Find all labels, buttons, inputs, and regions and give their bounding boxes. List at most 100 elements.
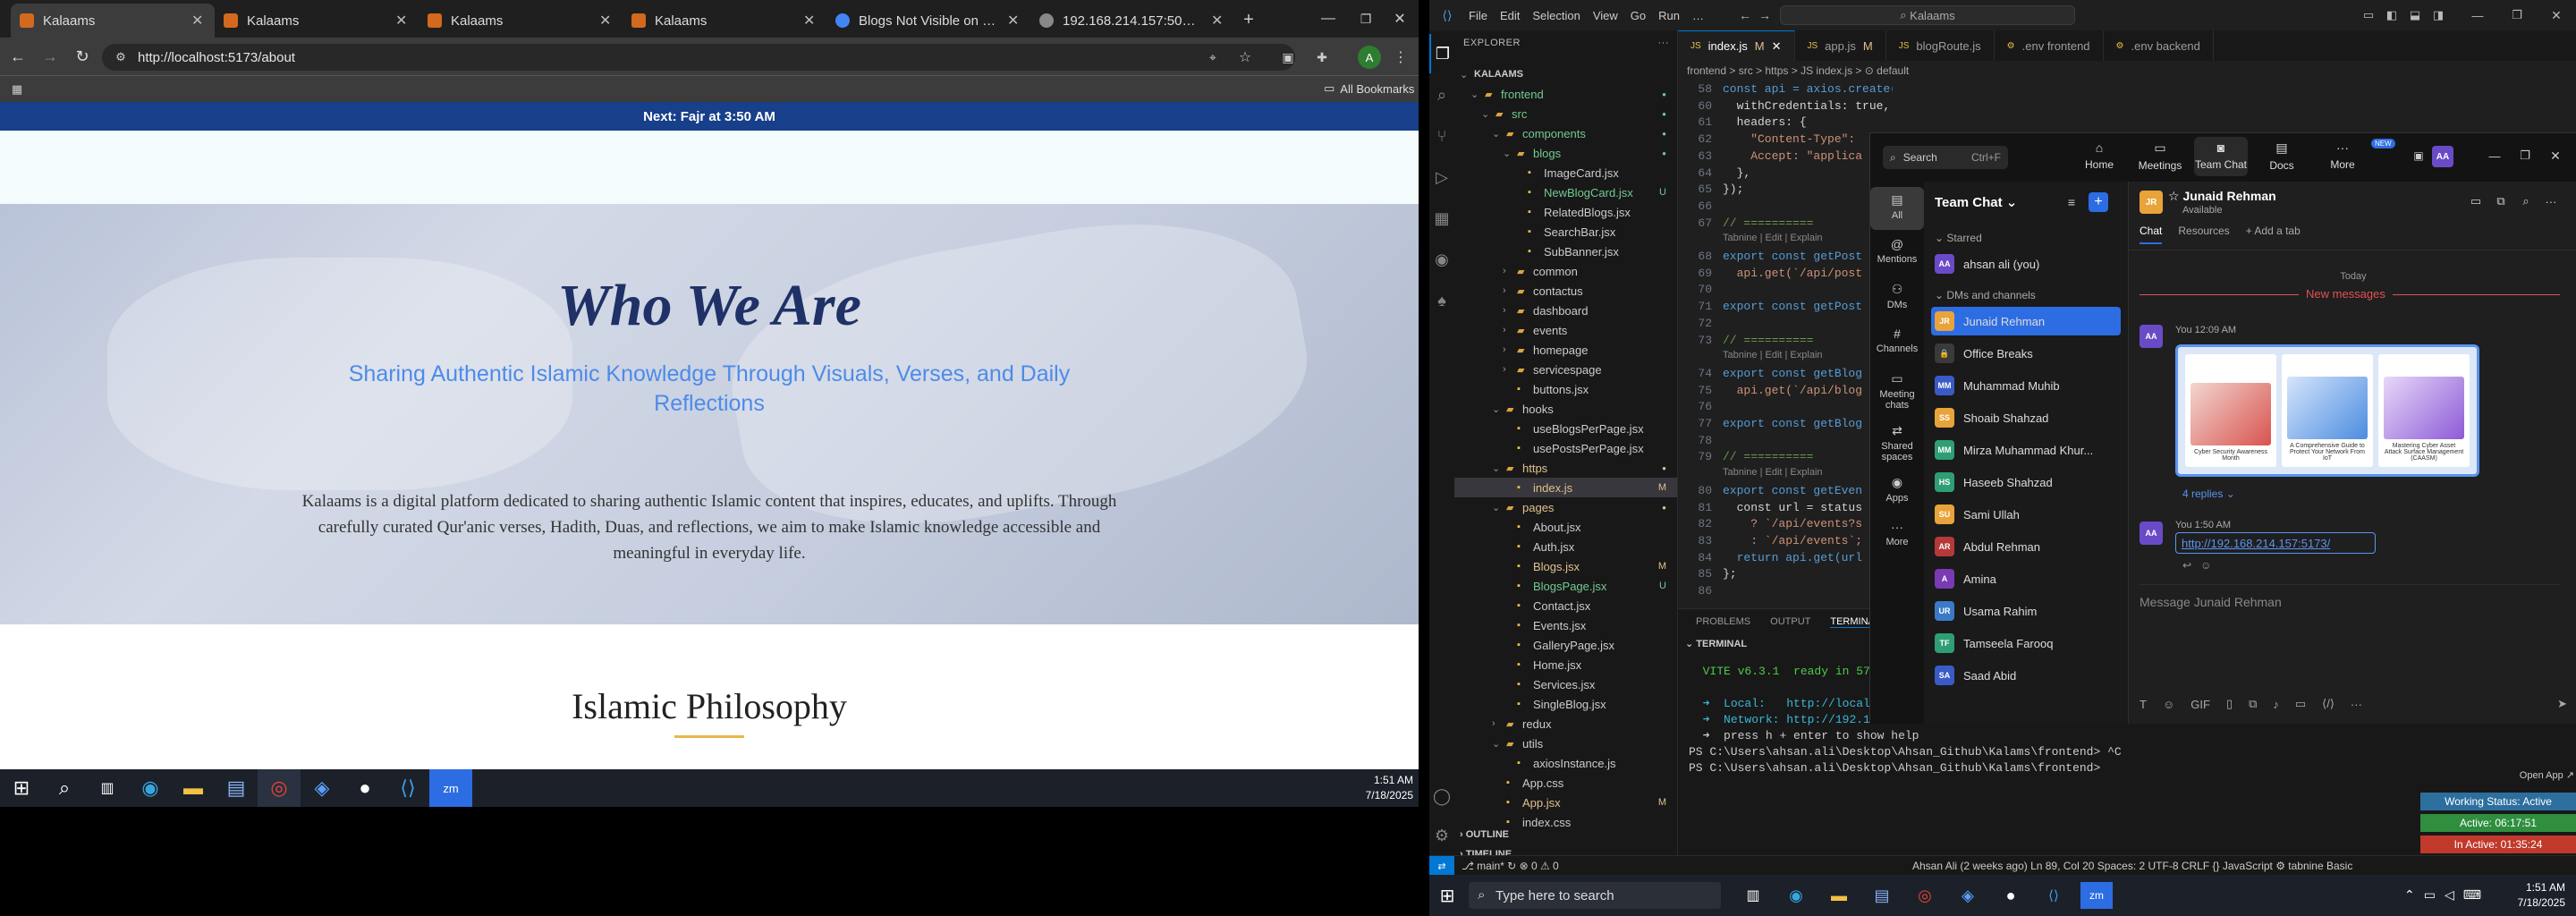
close-window-icon[interactable]: ✕	[1386, 5, 1413, 32]
tree-item[interactable]: ⌄ ▰ components ●	[1454, 123, 1677, 143]
editor-tab[interactable]: JS index.js M ✕	[1678, 30, 1795, 61]
self-chat-row[interactable]: AA ahsan ali (you)	[1931, 250, 2121, 278]
tree-item[interactable]: ▪ SubBanner.jsx	[1454, 242, 1677, 261]
status-right[interactable]: Ahsan Ali (2 weeks ago) Ln 89, Col 20 Sp…	[1912, 860, 2352, 872]
browser-tab[interactable]: Blogs Not Visible on Networ ✕	[826, 4, 1030, 38]
chevron-up-icon[interactable]: ⌃	[2404, 887, 2415, 903]
code-text[interactable]: Tabnine | Edit | Explain	[1723, 233, 1823, 250]
tree-item[interactable]: ⌄ ▰ https ●	[1454, 458, 1677, 478]
close-window-icon[interactable]: ✕	[2546, 5, 2567, 25]
editor-tab[interactable]: ⚙ .env frontend	[1995, 30, 2104, 61]
source-control-icon[interactable]: ⑂	[1429, 116, 1454, 156]
menu-item[interactable]: …	[1692, 9, 1704, 22]
tree-item[interactable]: ⌄ KALAAMS	[1454, 64, 1677, 84]
breadcrumb[interactable]: frontend > src > https > JS index.js > ⊙…	[1687, 64, 1909, 77]
location-icon[interactable]: ⌖	[1204, 48, 1222, 66]
more-icon[interactable]: ···	[2351, 698, 2362, 711]
filter-icon[interactable]: ≡	[2062, 192, 2081, 212]
maximize-icon[interactable]: ❐	[1352, 5, 1379, 32]
store-icon[interactable]: ▤	[1866, 882, 1898, 909]
extensions-icon[interactable]: ▦	[1429, 199, 1454, 238]
close-tab-icon[interactable]: ✕	[599, 12, 614, 30]
tree-item[interactable]: ▪ RelatedBlogs.jsx	[1454, 202, 1677, 222]
tree-item[interactable]: ▪ Auth.jsx	[1454, 537, 1677, 556]
chat-filter-all[interactable]: ▤ All	[1870, 187, 1924, 230]
github-icon[interactable]: ●	[1995, 882, 2027, 909]
tree-item[interactable]: › ▰ homepage	[1454, 340, 1677, 360]
zoom-widget-icon[interactable]: ▣	[2411, 148, 2427, 164]
contact-row[interactable]: MM Mirza Muhammad Khur...	[1931, 436, 2121, 464]
tree-item[interactable]: ▪ App.css	[1454, 773, 1677, 793]
contact-row[interactable]: MM Muhammad Muhib	[1931, 371, 2121, 400]
editor-tab[interactable]: JS blogRoute.js	[1886, 30, 1995, 61]
zoom-nav-docs[interactable]: ▤ Docs	[2255, 140, 2309, 172]
file-explorer-icon[interactable]: ▬	[1823, 882, 1855, 909]
tree-item[interactable]: ▪ GalleryPage.jsx	[1454, 635, 1677, 655]
extensions-puzzle-icon[interactable]: ✚	[1311, 47, 1333, 68]
screen-share-icon[interactable]: ⧉	[2492, 192, 2510, 210]
edge-icon[interactable]: ◉	[1780, 882, 1812, 909]
task-view-icon[interactable]: ▥	[1737, 882, 1769, 909]
network-icon[interactable]: ▭	[2424, 887, 2436, 903]
message-link[interactable]: http://192.168.214.157:5173/	[2175, 532, 2376, 554]
clock[interactable]: 1:51 AM 7/18/2025	[2494, 880, 2565, 911]
zoom-nav-meetings[interactable]: ▭ Meetings	[2133, 140, 2187, 172]
contact-row[interactable]: JR Junaid Rehman	[1931, 307, 2121, 335]
chat-header-name[interactable]: ☆ Junaid Rehman	[2168, 189, 2276, 204]
browser-tab[interactable]: Kalaams ✕	[11, 4, 215, 38]
close-tab-icon[interactable]: ✕	[1211, 12, 1225, 30]
contact-row[interactable]: SU Sami Ullah	[1931, 500, 2121, 529]
menu-item[interactable]: Run	[1658, 9, 1680, 22]
video-call-icon[interactable]: ▭	[2467, 192, 2485, 210]
tree-item[interactable]: › ▰ common	[1454, 261, 1677, 281]
close-tab-icon[interactable]: ✕	[191, 12, 206, 30]
tree-item[interactable]: › ▰ dashboard	[1454, 301, 1677, 320]
clock[interactable]: 1:51 AM 7/18/2025	[1342, 773, 1413, 803]
maximize-icon[interactable]: ❐	[2516, 146, 2534, 165]
tree-item[interactable]: ▪ SearchBar.jsx	[1454, 222, 1677, 242]
browser-tab[interactable]: Kalaams ✕	[623, 4, 826, 38]
code-text[interactable]: Tabnine | Edit | Explain	[1723, 350, 1823, 367]
menu-item[interactable]: Go	[1631, 9, 1646, 22]
chat-filter-channels[interactable]: # Channels	[1870, 321, 1924, 364]
gif-button[interactable]: GIF	[2190, 698, 2210, 711]
tree-item[interactable]: ▪ usePostsPerPage.jsx	[1454, 438, 1677, 458]
chat-filter-more[interactable]: ··· More	[1870, 514, 1924, 557]
attachment-thumbnail[interactable]: Mastering Cyber Asset Attack Surface Man…	[2378, 354, 2470, 467]
back-icon[interactable]: ←	[1737, 7, 1753, 23]
search-icon[interactable]: ⌕	[1429, 75, 1454, 114]
extension-icon[interactable]: ▣	[1277, 47, 1299, 68]
chat-filter-shared-spaces[interactable]: ⇄ Shared spaces	[1870, 418, 1924, 468]
emoji-icon[interactable]: ☺	[2200, 559, 2211, 572]
settings-gear-icon[interactable]: ⚙	[1429, 816, 1454, 855]
keyboard-icon[interactable]: ⌨	[2463, 887, 2481, 903]
site-info-icon[interactable]: ⚙	[113, 49, 129, 65]
address-bar[interactable]: ⚙ http://localhost:5173/about ⌖ ☆	[102, 44, 1295, 71]
tree-item[interactable]: ▪ App.jsx M	[1454, 793, 1677, 812]
edge-icon[interactable]: ◉	[129, 769, 172, 807]
command-center-search[interactable]: ⌕ Kalaams	[1780, 5, 2075, 25]
app-taskbar-icon[interactable]: ◈	[301, 769, 343, 807]
windows-start-icon[interactable]: ⊞	[0, 769, 43, 807]
chrome-taskbar-icon[interactable]: ◎	[258, 769, 301, 807]
browser-tab[interactable]: 192.168.214.157:5000/api/b ✕	[1030, 4, 1234, 38]
toggle-sidebar-icon[interactable]: ◧	[2383, 7, 2401, 23]
vscode-taskbar-icon[interactable]: ⟨⟩	[386, 769, 429, 807]
status-left[interactable]: ⎇ main* ↻ ⊗ 0 ⚠ 0	[1462, 860, 1559, 872]
code-icon[interactable]: ⟨/⟩	[2322, 697, 2334, 711]
store-icon[interactable]: ▤	[215, 769, 258, 807]
new-tab-icon[interactable]: +	[1238, 9, 1259, 30]
code-view[interactable]: 58 const api = axios.create({60 withCrede…	[1678, 82, 1893, 603]
back-icon[interactable]: ←	[7, 46, 29, 67]
maximize-icon[interactable]: ❐	[2506, 5, 2528, 25]
tree-item[interactable]: ▪ buttons.jsx	[1454, 379, 1677, 399]
editor-tab[interactable]: ⚙ .env backend	[2104, 30, 2214, 61]
file-icon[interactable]: ▯	[2226, 697, 2233, 711]
toggle-secondary-icon[interactable]: ◨	[2429, 7, 2447, 23]
vscode-taskbar-icon[interactable]: ⟨⟩	[2038, 882, 2070, 909]
tree-item[interactable]: ⌄ ▰ blogs ●	[1454, 143, 1677, 163]
chat-filter-dms[interactable]: ⚇ DMs	[1870, 276, 1924, 319]
panel-tab[interactable]: OUTPUT	[1770, 616, 1810, 628]
contact-row[interactable]: HS Haseeb Shahzad	[1931, 468, 2121, 496]
chat-tab[interactable]: Chat	[2140, 225, 2163, 244]
